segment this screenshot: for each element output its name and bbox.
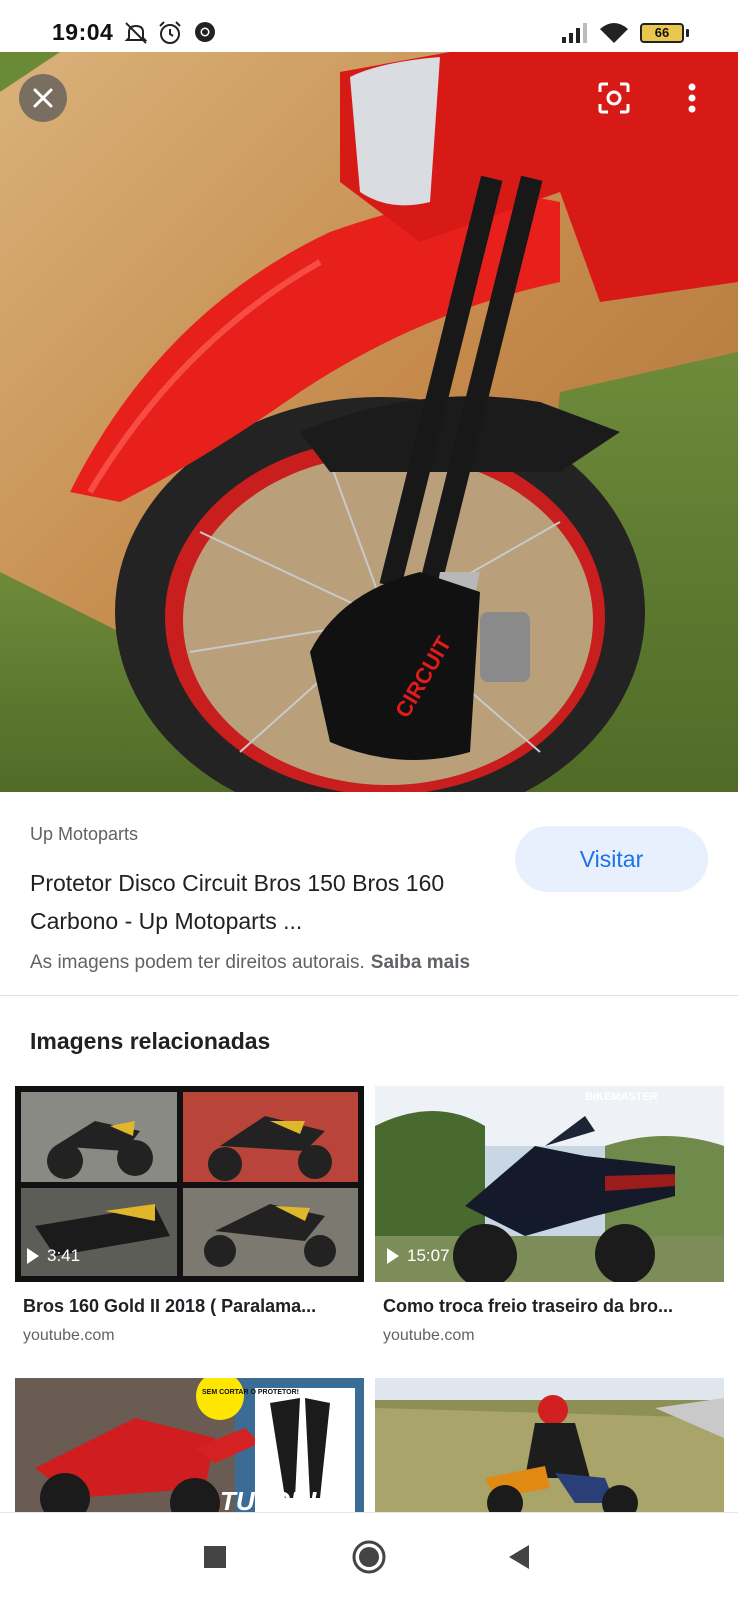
result-info-panel: Up Motoparts Protetor Disco Circuit Bros… [0, 792, 738, 996]
battery-icon: 66 [640, 23, 684, 43]
more-options-button[interactable] [668, 74, 716, 122]
status-time: 19:04 [52, 19, 114, 45]
wifi-icon [599, 21, 629, 50]
related-card[interactable]: BIKEMASTER 15:07 Como troca freio trasei… [375, 1086, 724, 1345]
home-button[interactable] [324, 1513, 414, 1600]
signal-icon [561, 22, 589, 49]
result-source[interactable]: Up Motoparts [30, 824, 138, 845]
related-title[interactable]: Bros 160 Gold II 2018 ( Paralama... [23, 1296, 358, 1317]
related-thumbnail[interactable] [375, 1378, 724, 1512]
related-card[interactable]: 3:41 Bros 160 Gold II 2018 ( Paralama...… [15, 1086, 364, 1345]
visit-button[interactable]: Visitar [515, 826, 708, 892]
related-thumbnail[interactable]: SEM CORTAR O PROTETOR! TUTORIAL [15, 1378, 364, 1512]
related-domain: youtube.com [23, 1327, 115, 1344]
play-icon [27, 1248, 39, 1264]
related-card[interactable]: SEM CORTAR O PROTETOR! TUTORIAL [15, 1378, 364, 1512]
video-duration: 3:41 [27, 1246, 80, 1266]
copyright-notice: As imagens podem ter direitos autorais. S… [30, 952, 470, 974]
copyright-text: As imagens podem ter direitos autorais. [30, 952, 365, 973]
system-nav-bar [0, 1512, 738, 1600]
related-heading: Imagens relacionadas [30, 1028, 271, 1054]
related-card[interactable] [375, 1378, 724, 1512]
thumb-overlay-text: TUTORIAL [220, 1486, 351, 1512]
related-thumbnail[interactable]: BIKEMASTER 15:07 [375, 1086, 724, 1282]
learn-more-link[interactable]: Saiba mais [371, 952, 470, 973]
status-bar: 19:04 66 [0, 0, 738, 52]
result-title[interactable]: Protetor Disco Circuit Bros 150 Bros 160… [30, 864, 500, 940]
chrome-icon [193, 20, 217, 49]
thumb-badge-text: SEM CORTAR O PROTETOR! [202, 1389, 299, 1396]
lens-icon [598, 82, 630, 114]
back-button[interactable] [474, 1513, 564, 1600]
battery-tip [686, 29, 689, 37]
video-duration: 15:07 [387, 1246, 450, 1266]
alarm-icon [157, 20, 183, 51]
close-button[interactable] [19, 74, 67, 122]
home-circle-icon [352, 1540, 386, 1574]
lens-button[interactable] [590, 74, 638, 122]
recents-button[interactable] [170, 1513, 260, 1600]
watermark-text: BIKEMASTER [585, 1091, 658, 1103]
play-icon [387, 1248, 399, 1264]
more-vert-icon [688, 83, 696, 113]
recents-square-icon [204, 1546, 226, 1568]
do-not-disturb-icon [123, 20, 149, 51]
related-title[interactable]: Como troca freio traseiro da bro... [383, 1296, 718, 1317]
related-domain: youtube.com [383, 1327, 475, 1344]
back-triangle-icon [509, 1545, 529, 1569]
hero-image[interactable]: CIRCUIT [0, 52, 738, 792]
close-icon [33, 88, 53, 108]
related-thumbnail[interactable]: 3:41 [15, 1086, 364, 1282]
